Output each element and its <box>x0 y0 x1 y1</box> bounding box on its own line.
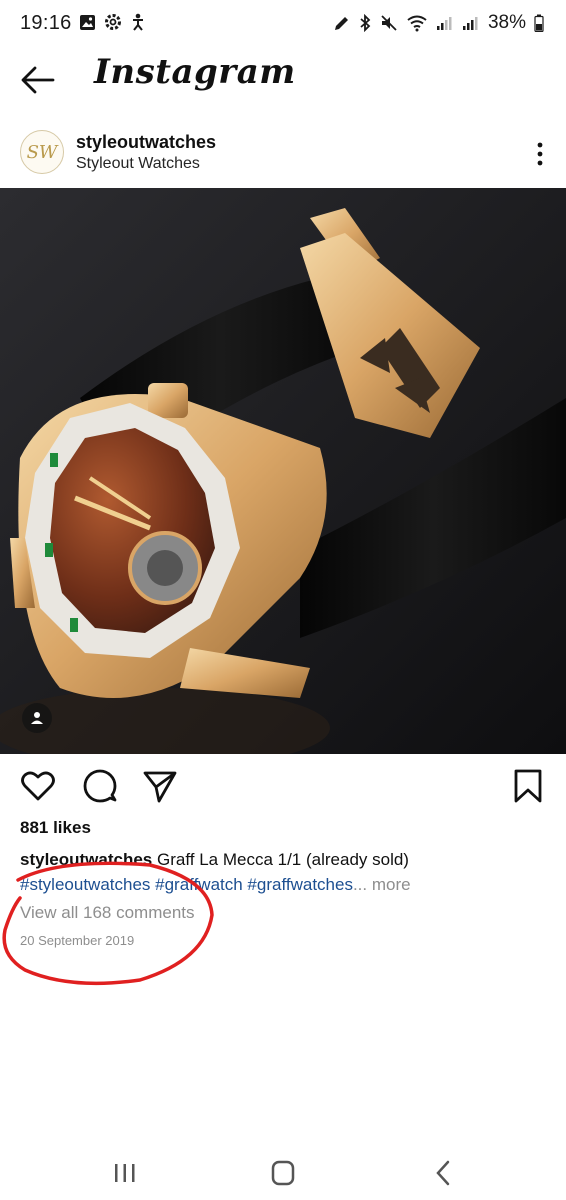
app-bar: Instagram <box>0 48 566 110</box>
watch-photo <box>0 188 566 754</box>
settings-icon <box>105 14 121 30</box>
signal-icon <box>436 17 452 30</box>
system-status: 38% <box>333 12 544 34</box>
caption-more-link[interactable]: more <box>372 875 411 894</box>
signal-icon-2 <box>462 17 478 30</box>
home-icon[interactable] <box>268 1160 298 1186</box>
heart-icon[interactable] <box>20 768 56 804</box>
post-actions <box>0 768 566 808</box>
caption-hashtags[interactable]: #styleoutwatches #graffwatch #graffwatch… <box>20 875 353 894</box>
post-header: SW styleoutwatches Styleout Watches <box>0 124 566 184</box>
system-navigation-bar <box>0 1146 566 1200</box>
post-date: 20 September 2019 <box>20 933 135 948</box>
caption-username[interactable]: styleoutwatches <box>20 850 152 869</box>
comment-icon[interactable] <box>82 768 118 804</box>
more-vertical-icon[interactable] <box>534 140 546 168</box>
send-icon[interactable] <box>142 768 178 804</box>
view-all-comments-link[interactable]: View all 168 comments <box>20 903 195 923</box>
user-tag-button[interactable] <box>22 703 52 733</box>
post-image[interactable] <box>0 188 566 754</box>
app-title: Instagram <box>94 52 296 92</box>
edit-icon <box>334 16 348 30</box>
status-time: 19:16 <box>20 12 72 34</box>
battery-icon <box>534 14 544 32</box>
gallery-icon <box>80 14 95 30</box>
accessibility-icon <box>133 13 143 31</box>
wifi-icon <box>407 15 427 32</box>
caption-text: Graff La Mecca 1/1 (already sold) <box>157 850 409 869</box>
battery-level: 38% <box>487 12 526 33</box>
recent-apps-icon[interactable] <box>110 1160 140 1186</box>
mute-icon <box>381 15 397 31</box>
post-caption: styleoutwatches Graff La Mecca 1/1 (alre… <box>20 847 550 897</box>
bluetooth-icon <box>360 14 371 32</box>
notification-icons <box>79 13 146 31</box>
back-icon[interactable] <box>428 1160 458 1186</box>
caption-ellipsis: ... <box>352 875 368 894</box>
likes-count[interactable]: 881 likes <box>20 818 91 838</box>
account-username[interactable]: styleoutwatches <box>76 132 216 153</box>
user-tag-icon <box>31 712 43 724</box>
account-subtitle[interactable]: Styleout Watches <box>76 155 200 173</box>
back-arrow-icon[interactable] <box>20 64 56 96</box>
bookmark-icon[interactable] <box>510 768 546 804</box>
avatar[interactable]: SW <box>20 130 64 174</box>
status-bar: 19:16 38% <box>0 0 566 48</box>
